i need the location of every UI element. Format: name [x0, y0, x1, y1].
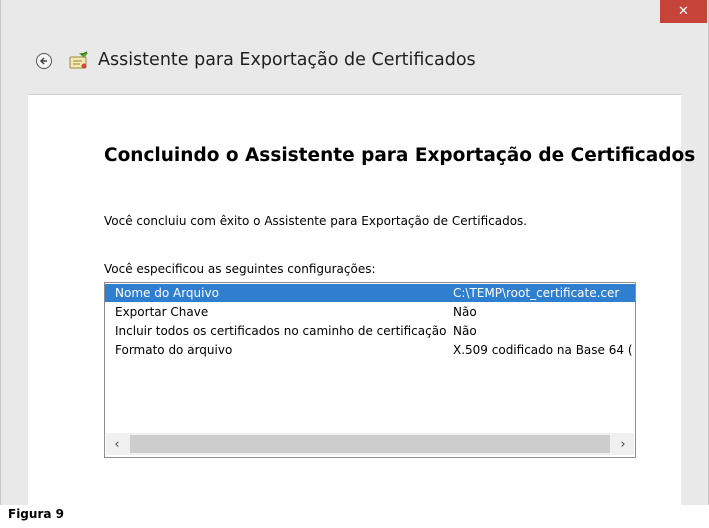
window-border-left	[0, 94, 28, 505]
setting-key: Nome do Arquivo	[115, 286, 219, 300]
settings-row-file-format[interactable]: Formato do arquivo X.509 codificado na B…	[105, 341, 635, 359]
setting-value: Não	[453, 324, 477, 338]
back-button[interactable]	[36, 53, 52, 69]
scroll-left-button[interactable]: ‹	[106, 433, 128, 455]
setting-value: Não	[453, 305, 477, 319]
settings-label: Você especificou as seguintes configuraç…	[104, 262, 376, 276]
completion-message: Você concluiu com êxito o Assistente par…	[104, 214, 528, 228]
chevron-right-icon: ›	[620, 436, 626, 452]
title-bar	[0, 0, 709, 94]
settings-row-file-name[interactable]: Nome do Arquivo C:\TEMP\root_certificate…	[105, 284, 635, 302]
back-arrow-icon	[39, 57, 47, 65]
setting-key: Exportar Chave	[115, 305, 209, 319]
setting-key: Formato do arquivo	[115, 343, 233, 357]
setting-value: C:\TEMP\root_certificate.cer	[453, 286, 620, 300]
close-button[interactable]: ✕	[660, 0, 707, 23]
horizontal-scrollbar[interactable]: ‹ ›	[106, 433, 634, 455]
settings-row-export-key[interactable]: Exportar Chave Não	[105, 303, 635, 321]
close-icon: ✕	[678, 4, 689, 19]
scrollbar-thumb[interactable]	[130, 435, 610, 453]
figure-caption: Figura 9	[8, 507, 64, 521]
certificate-icon	[69, 51, 88, 69]
settings-row-include-chain[interactable]: Incluir todos os certificados no caminho…	[105, 322, 635, 340]
page-title: Concluindo o Assistente para Exportação …	[104, 145, 696, 166]
setting-value: X.509 codificado na Base 64 (	[453, 343, 633, 357]
window-title: Assistente para Exportação de Certificad…	[98, 50, 476, 70]
setting-key: Incluir todos os certificados no caminho…	[115, 324, 447, 338]
export-wizard-window: ✕ Assistente para Exportação de Certific…	[0, 0, 709, 505]
scroll-right-button[interactable]: ›	[612, 433, 634, 455]
chevron-left-icon: ‹	[114, 436, 120, 452]
settings-list[interactable]: Nome do Arquivo C:\TEMP\root_certificate…	[104, 282, 636, 458]
